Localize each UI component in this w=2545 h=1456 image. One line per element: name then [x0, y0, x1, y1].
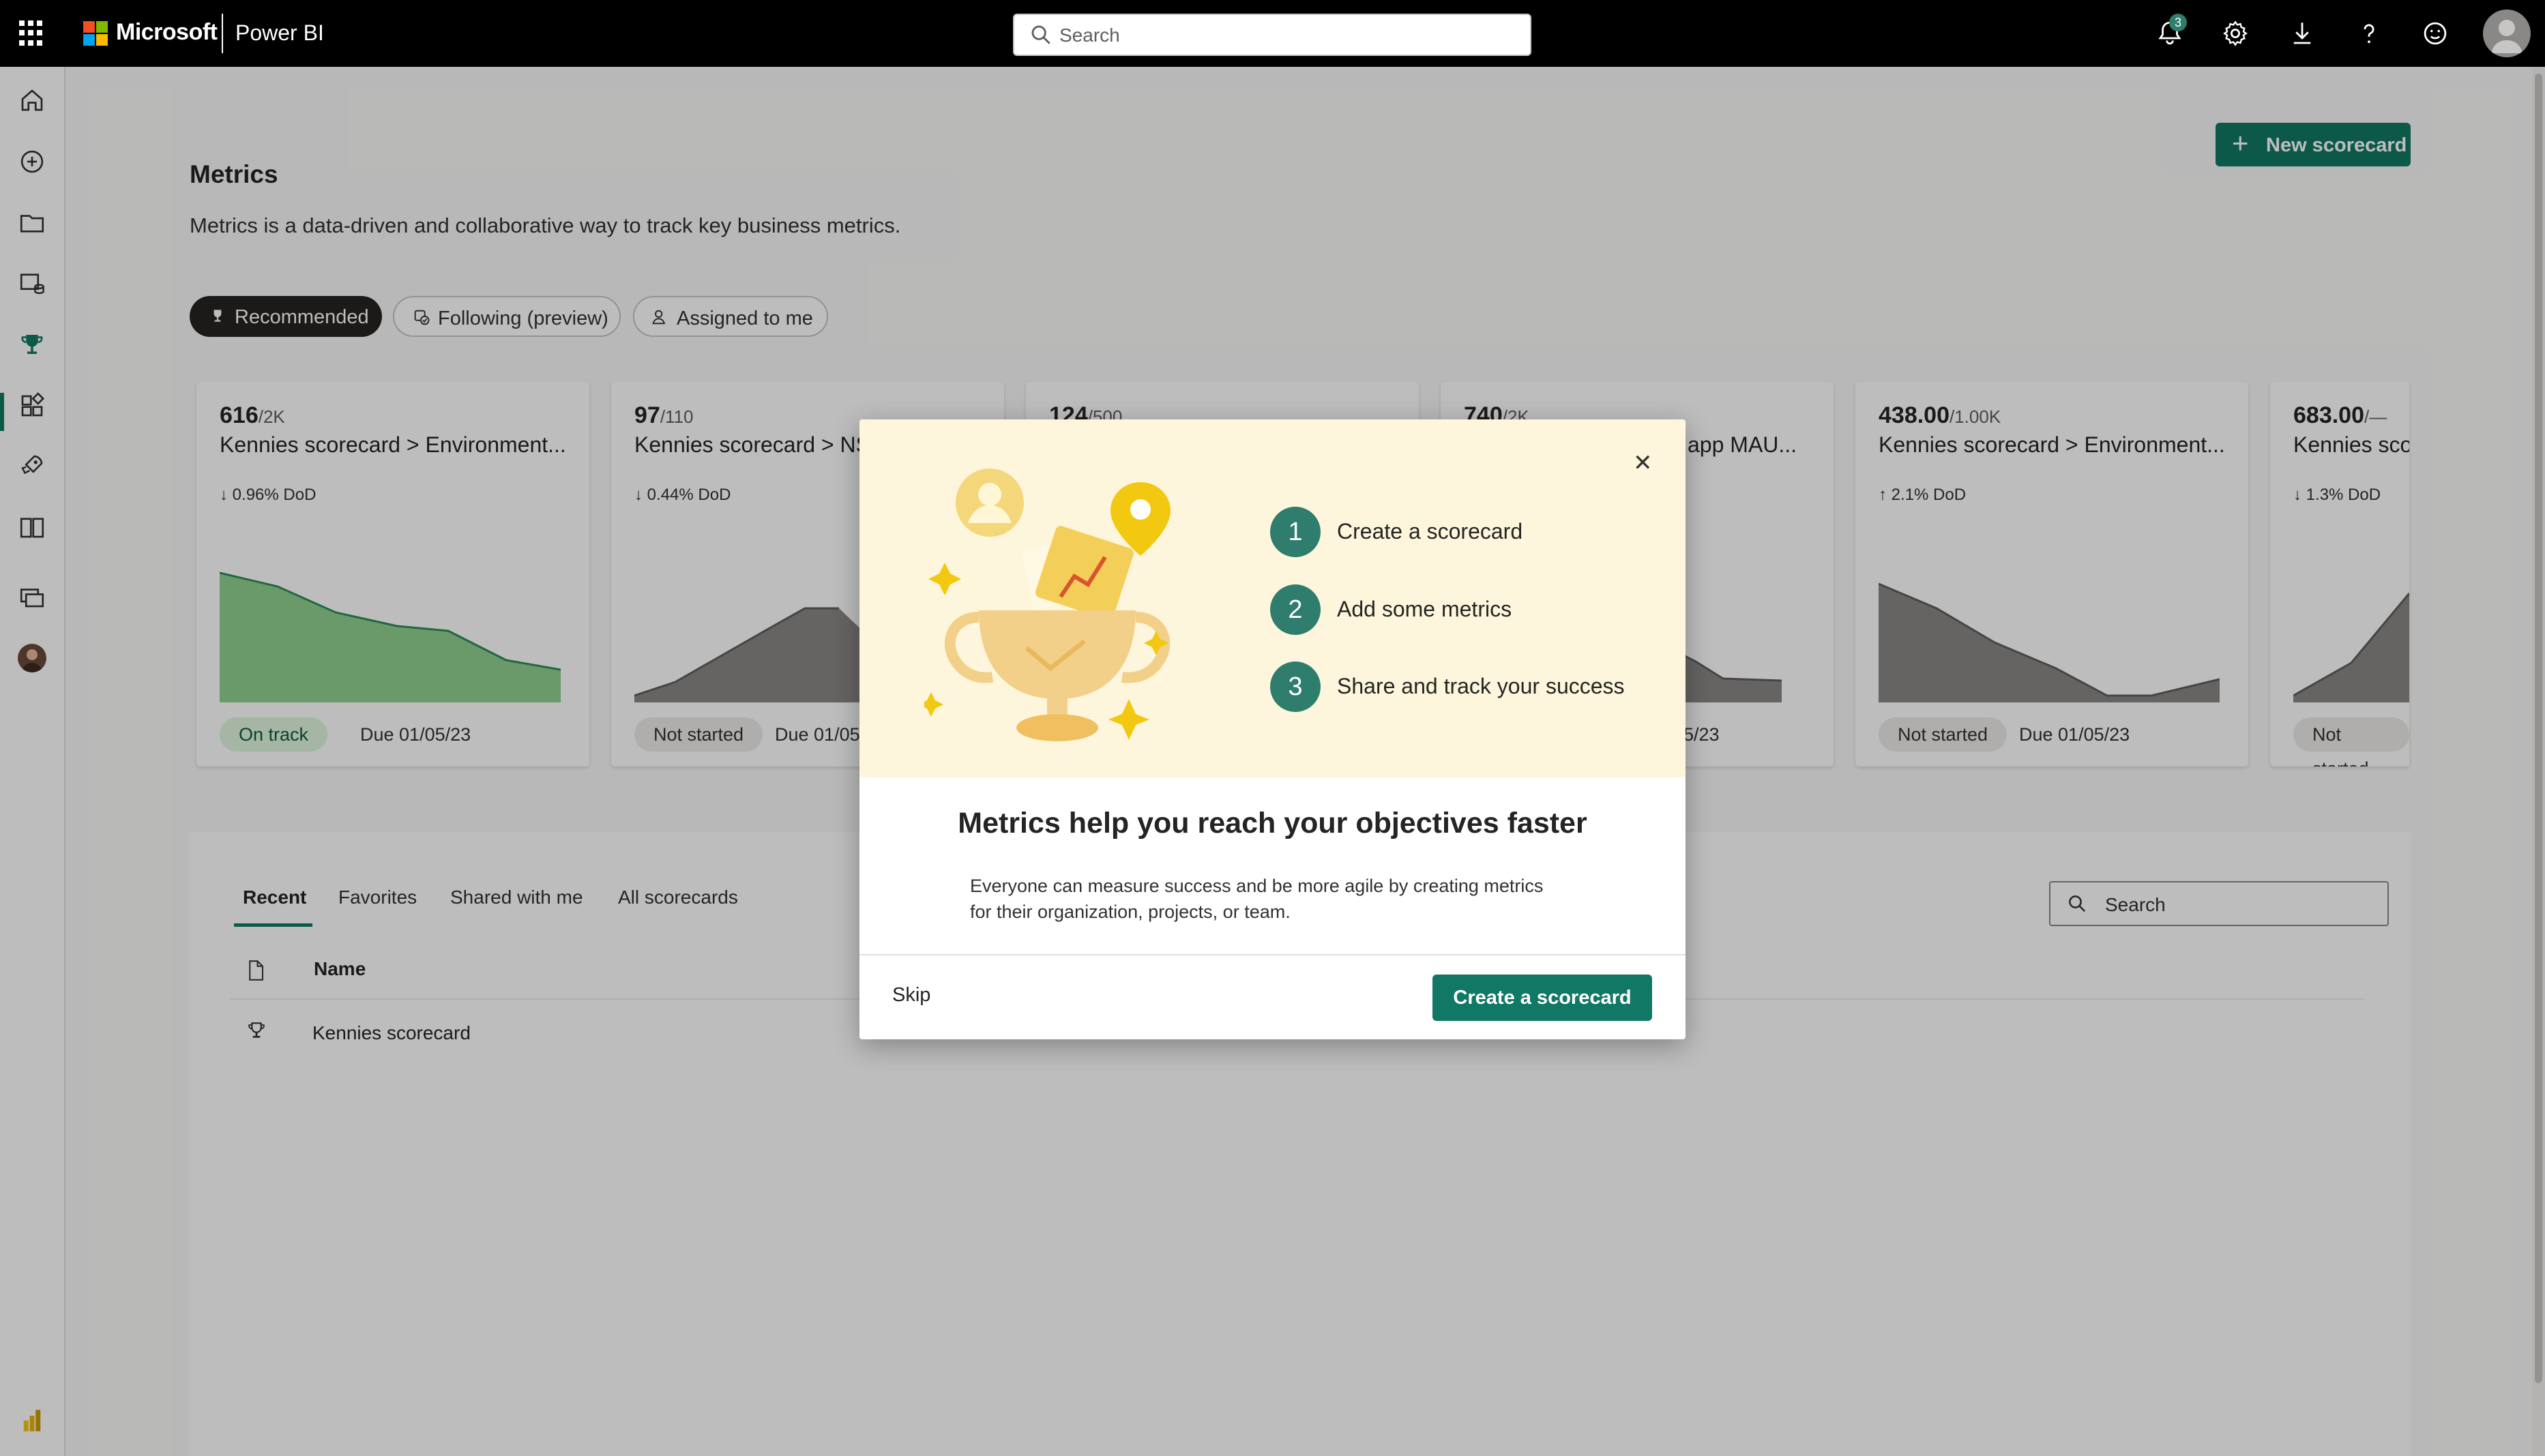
dialog-body: Everyone can measure success and be more… — [970, 873, 1584, 925]
brand-app-name[interactable]: Power BI — [235, 20, 324, 46]
step-label: Share and track your success — [1337, 674, 1625, 698]
dialog-body-line: Everyone can measure success and be more… — [970, 876, 1544, 896]
search-icon — [1031, 25, 1050, 44]
gear-icon[interactable] — [2221, 19, 2250, 48]
brand-divider — [222, 14, 223, 53]
global-search-placeholder: Search — [1059, 25, 1120, 46]
create-scorecard-button[interactable]: Create a scorecard — [1432, 975, 1652, 1021]
brand-company[interactable]: Microsoft — [116, 19, 218, 46]
step-number: 1 — [1270, 507, 1321, 557]
step-label: Add some metrics — [1337, 597, 1512, 621]
microsoft-logo-icon — [83, 21, 108, 46]
close-icon[interactable]: ✕ — [1633, 449, 1653, 477]
help-icon[interactable] — [2355, 19, 2383, 48]
feedback-icon[interactable] — [2421, 19, 2450, 48]
step-number: 2 — [1270, 584, 1321, 635]
notification-count-badge: 3 — [2169, 14, 2187, 31]
dialog-divider — [859, 954, 1686, 955]
top-bar: Microsoft Power BI Search 3 — [0, 0, 2545, 67]
dialog-body-line: for their organization, projects, or tea… — [970, 902, 1291, 922]
step-label: Create a scorecard — [1337, 519, 1523, 544]
skip-button[interactable]: Skip — [892, 984, 930, 1007]
step-number: 3 — [1270, 662, 1321, 712]
download-icon[interactable] — [2288, 19, 2316, 48]
trophy-illustration — [924, 469, 1171, 741]
onboarding-dialog: ✕ 1 Create a scorecard 2 Add some metric… — [859, 419, 1686, 1039]
global-search-box[interactable]: Search — [1013, 14, 1531, 56]
account-icon[interactable] — [2483, 10, 2531, 57]
dialog-hero: ✕ 1 Create a scorecard 2 Add some metric… — [859, 419, 1686, 777]
dialog-title: Metrics help you reach your objectives f… — [958, 807, 1587, 840]
app-launcher-icon[interactable] — [19, 20, 45, 46]
